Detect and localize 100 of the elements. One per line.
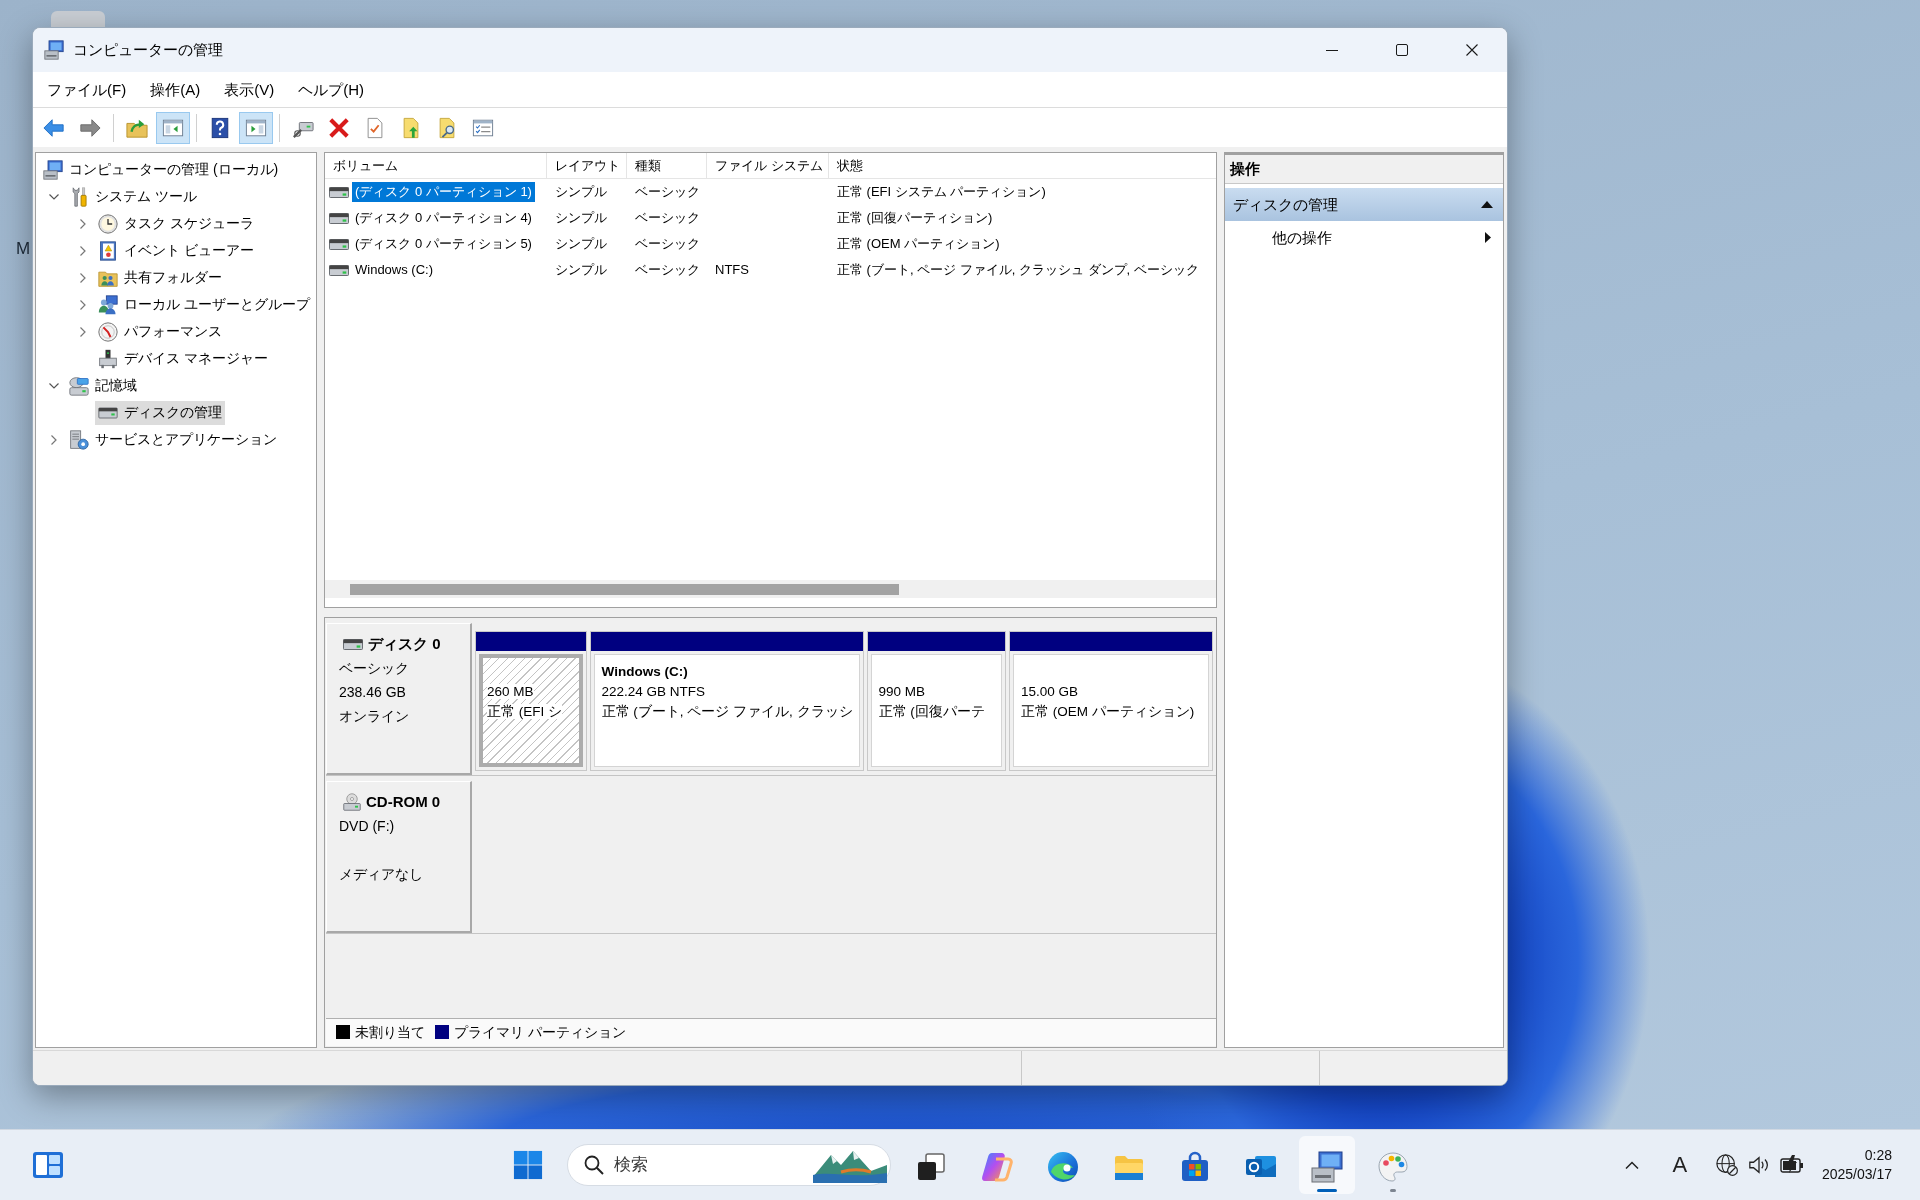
right-arrow-icon xyxy=(79,116,101,139)
clock-button[interactable]: 0:28 2025/03/17 xyxy=(1807,1146,1920,1184)
partition[interactable]: 260 MB 正常 (EFI シ xyxy=(475,631,587,771)
disk-status: メディアなし xyxy=(339,866,423,882)
column-header[interactable]: ボリューム xyxy=(325,153,547,178)
tree-item[interactable]: パフォーマンス xyxy=(95,319,225,344)
table-cell[interactable]: (ディスク 0 パーティション 1) xyxy=(352,182,535,202)
scrollbar-thumb[interactable] xyxy=(350,583,899,595)
column-header[interactable]: 種類 xyxy=(627,153,707,178)
table-cell-text: NTFS xyxy=(714,262,750,278)
help-icon xyxy=(209,116,231,139)
legend-label: プライマリ パーティション xyxy=(454,1024,626,1041)
drive-icon xyxy=(329,186,349,198)
four-squares-icon xyxy=(513,1150,543,1180)
chevron-down-icon[interactable] xyxy=(49,382,59,389)
globe-icon xyxy=(1715,1154,1738,1176)
disk-type: DVD (F:) xyxy=(339,818,395,834)
partition[interactable]: 990 MB 正常 (回復パーテ xyxy=(866,631,1006,771)
tree-item[interactable]: ディスクの管理 xyxy=(95,400,225,425)
horizontal-scrollbar[interactable] xyxy=(325,580,1216,598)
partition-size: 260 MB xyxy=(487,684,534,699)
table-cell-text: ベーシック xyxy=(634,262,701,278)
action-section-header[interactable]: ディスクの管理 xyxy=(1225,188,1503,221)
gauge-icon xyxy=(98,321,118,342)
input-mode-indicator[interactable]: A xyxy=(1663,1145,1696,1185)
tree-item[interactable]: サービスとアプリケーション xyxy=(66,427,280,452)
column-header[interactable]: レイアウト xyxy=(547,153,627,178)
column-header[interactable]: 状態 xyxy=(829,153,1216,178)
disk-capacity: 238.46 GB xyxy=(339,684,406,700)
document-up-arrow-icon xyxy=(400,116,422,139)
chevron-up-icon xyxy=(1624,1161,1639,1169)
clock-icon xyxy=(98,213,118,234)
table-cell-text: ベーシック xyxy=(634,210,701,226)
disk-name: CD-ROM 0 xyxy=(366,792,441,812)
table-cell-text: シンプル xyxy=(554,236,608,252)
legend-label: 未割り当て xyxy=(355,1024,425,1041)
actions-header: 操作 xyxy=(1225,155,1503,184)
speaker-icon xyxy=(1747,1154,1770,1176)
delete-icon xyxy=(328,116,350,139)
table-cell-text: シンプル xyxy=(554,262,608,278)
clock-date: 2025/03/17 xyxy=(1821,1165,1892,1184)
partition-name: Windows (C:) xyxy=(601,664,688,679)
menu-item[interactable]: ファイル(F) xyxy=(38,76,136,103)
disk-type: ベーシック xyxy=(339,660,409,676)
table-cell-text: ベーシック xyxy=(634,184,701,200)
table-cell[interactable]: Windows (C:) xyxy=(352,260,436,280)
users-icon xyxy=(98,294,118,315)
close-icon xyxy=(1466,44,1478,56)
action-item[interactable]: 他の操作 xyxy=(1225,221,1503,254)
partition-size: 15.00 GB xyxy=(1020,684,1078,699)
tree-item[interactable]: 記憶域 xyxy=(66,373,140,398)
left-arrow-icon xyxy=(43,116,65,139)
table-cell-text: 正常 (OEM パーティション) xyxy=(836,236,1001,252)
minimize-icon xyxy=(1326,49,1338,51)
table-cell-text: 正常 (EFI システム パーティション) xyxy=(836,184,1047,200)
partition-size: 990 MB xyxy=(878,684,926,699)
chevron-right-icon[interactable] xyxy=(51,434,57,445)
chevron-right-icon[interactable] xyxy=(80,245,86,256)
disk-status: オンライン xyxy=(339,708,409,724)
partition[interactable]: 15.00 GB 正常 (OEM パーティション) xyxy=(1008,631,1213,771)
chevron-right-icon[interactable] xyxy=(80,218,86,229)
tree-item[interactable]: コンピューターの管理 (ローカル) xyxy=(40,157,282,182)
table-cell[interactable]: (ディスク 0 パーティション 5) xyxy=(352,234,535,254)
disk-name: ディスク 0 xyxy=(368,634,441,654)
event-log-icon xyxy=(98,240,118,261)
tree-item[interactable]: 共有フォルダー xyxy=(95,265,225,290)
tree-item[interactable]: イベント ビューアー xyxy=(95,238,257,263)
column-header[interactable]: ファイル システム xyxy=(707,153,829,178)
partition-status: 正常 (OEM パーティション) xyxy=(1020,704,1195,719)
computer-icon xyxy=(44,40,64,60)
tree-item[interactable]: システム ツール xyxy=(66,184,200,209)
checked-document-icon xyxy=(364,116,386,139)
menu-item[interactable]: 操作(A) xyxy=(141,76,210,103)
menu-item[interactable]: ヘルプ(H) xyxy=(289,76,373,103)
chevron-right-icon[interactable] xyxy=(80,272,86,283)
chevron-down-icon[interactable] xyxy=(49,193,59,200)
drive-icon xyxy=(329,212,349,224)
shopping-bag-icon xyxy=(1179,1151,1211,1183)
chevron-right-icon[interactable] xyxy=(80,326,86,337)
tree-item[interactable]: タスク スケジューラ xyxy=(95,211,257,236)
collapse-triangle-icon[interactable] xyxy=(1481,201,1493,208)
window-title: コンピューターの管理 xyxy=(73,41,223,59)
panels-icon xyxy=(32,1149,64,1181)
tree-item[interactable]: デバイス マネージャー xyxy=(95,346,271,371)
optical-drive-icon xyxy=(343,793,361,811)
tree-item[interactable]: ローカル ユーザーとグループ xyxy=(95,292,313,317)
chevron-right-icon[interactable] xyxy=(80,299,86,310)
table-cell[interactable]: (ディスク 0 パーティション 4) xyxy=(352,208,535,228)
menu-item[interactable]: 表示(V) xyxy=(215,76,284,103)
partition[interactable]: Windows (C:) 222.24 GB NTFS 正常 (ブート, ページ ファイル, クラッシ xyxy=(589,631,864,771)
palette-icon xyxy=(1377,1151,1409,1183)
swirl-icon xyxy=(981,1151,1013,1183)
table-cell-text: シンプル xyxy=(554,210,608,226)
stacked-squares-icon xyxy=(915,1151,947,1183)
clock-time: 0:28 xyxy=(1863,1146,1892,1165)
drive-icon xyxy=(329,264,349,276)
table-cell-text: シンプル xyxy=(554,184,608,200)
partition-status: 正常 (EFI シ xyxy=(487,704,562,719)
server-gear-icon xyxy=(69,429,89,450)
partial-text: M xyxy=(16,239,31,260)
